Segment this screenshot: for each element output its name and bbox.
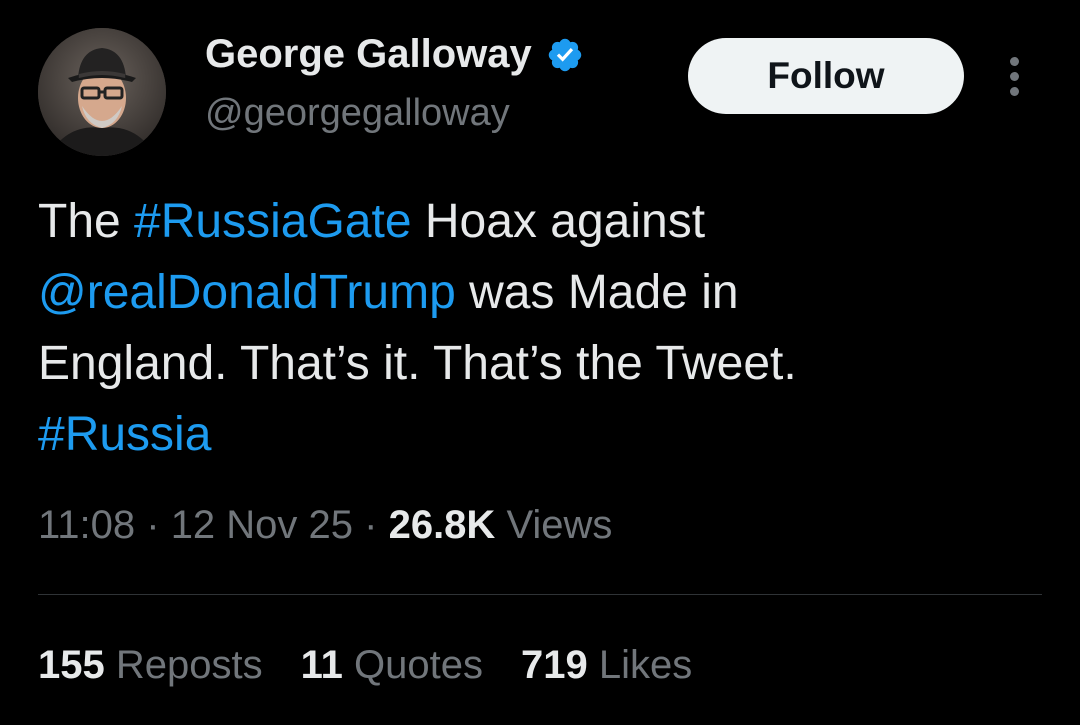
divider <box>38 594 1042 595</box>
avatar[interactable] <box>38 28 166 156</box>
engagement-stats: 155 Reposts 11 Quotes 719 Likes <box>38 643 730 688</box>
tweet-text-segment: England. That’s it. That’s the Tweet. <box>38 337 797 390</box>
follow-button[interactable]: Follow <box>688 38 964 114</box>
tweet-text-segment: Hoax against <box>411 195 706 248</box>
tweet-line: #Russia <box>38 399 1048 470</box>
meta-separator: · <box>353 503 389 547</box>
hashtag-link[interactable]: #RussiaGate <box>134 195 411 248</box>
hashtag-link[interactable]: #Russia <box>38 408 211 461</box>
reposts-label: Reposts <box>104 643 263 687</box>
tweet-text-segment: The <box>38 195 135 248</box>
likes-stat[interactable]: 719 Likes <box>521 643 692 687</box>
likes-label: Likes <box>587 643 693 687</box>
quotes-count: 11 <box>300 643 343 687</box>
tweet-time[interactable]: 11:08 <box>38 503 135 547</box>
tweet-meta: 11:08 · 12 Nov 25 · 26.8K Views <box>38 503 612 548</box>
views-count: 26.8K <box>388 503 496 547</box>
quotes-label: Quotes <box>342 643 483 687</box>
tweet-text: The #RussiaGate Hoax against @realDonald… <box>38 186 1048 470</box>
avatar-image <box>38 28 166 156</box>
likes-count: 719 <box>520 643 588 687</box>
quotes-stat[interactable]: 11 Quotes <box>301 643 483 687</box>
more-vertical-icon[interactable] <box>1000 55 1030 99</box>
verified-badge-icon <box>546 36 584 74</box>
tweet-text-segment: was Made in <box>455 266 739 319</box>
tweet-line: @realDonaldTrump was Made in <box>38 257 1048 328</box>
meta-separator: · <box>135 503 171 547</box>
author-handle[interactable]: @georgegalloway <box>205 92 510 135</box>
author-name-row: George Galloway <box>205 32 584 77</box>
tweet-line: The #RussiaGate Hoax against <box>38 186 1048 257</box>
views-label: Views <box>495 503 613 547</box>
tweet-line: England. That’s it. That’s the Tweet. <box>38 328 1048 399</box>
reposts-count: 155 <box>38 643 105 687</box>
reposts-stat[interactable]: 155 Reposts <box>38 643 263 687</box>
tweet-date[interactable]: 12 Nov 25 <box>171 503 353 547</box>
mention-link[interactable]: @realDonaldTrump <box>38 266 456 319</box>
author-name[interactable]: George Galloway <box>205 32 532 77</box>
